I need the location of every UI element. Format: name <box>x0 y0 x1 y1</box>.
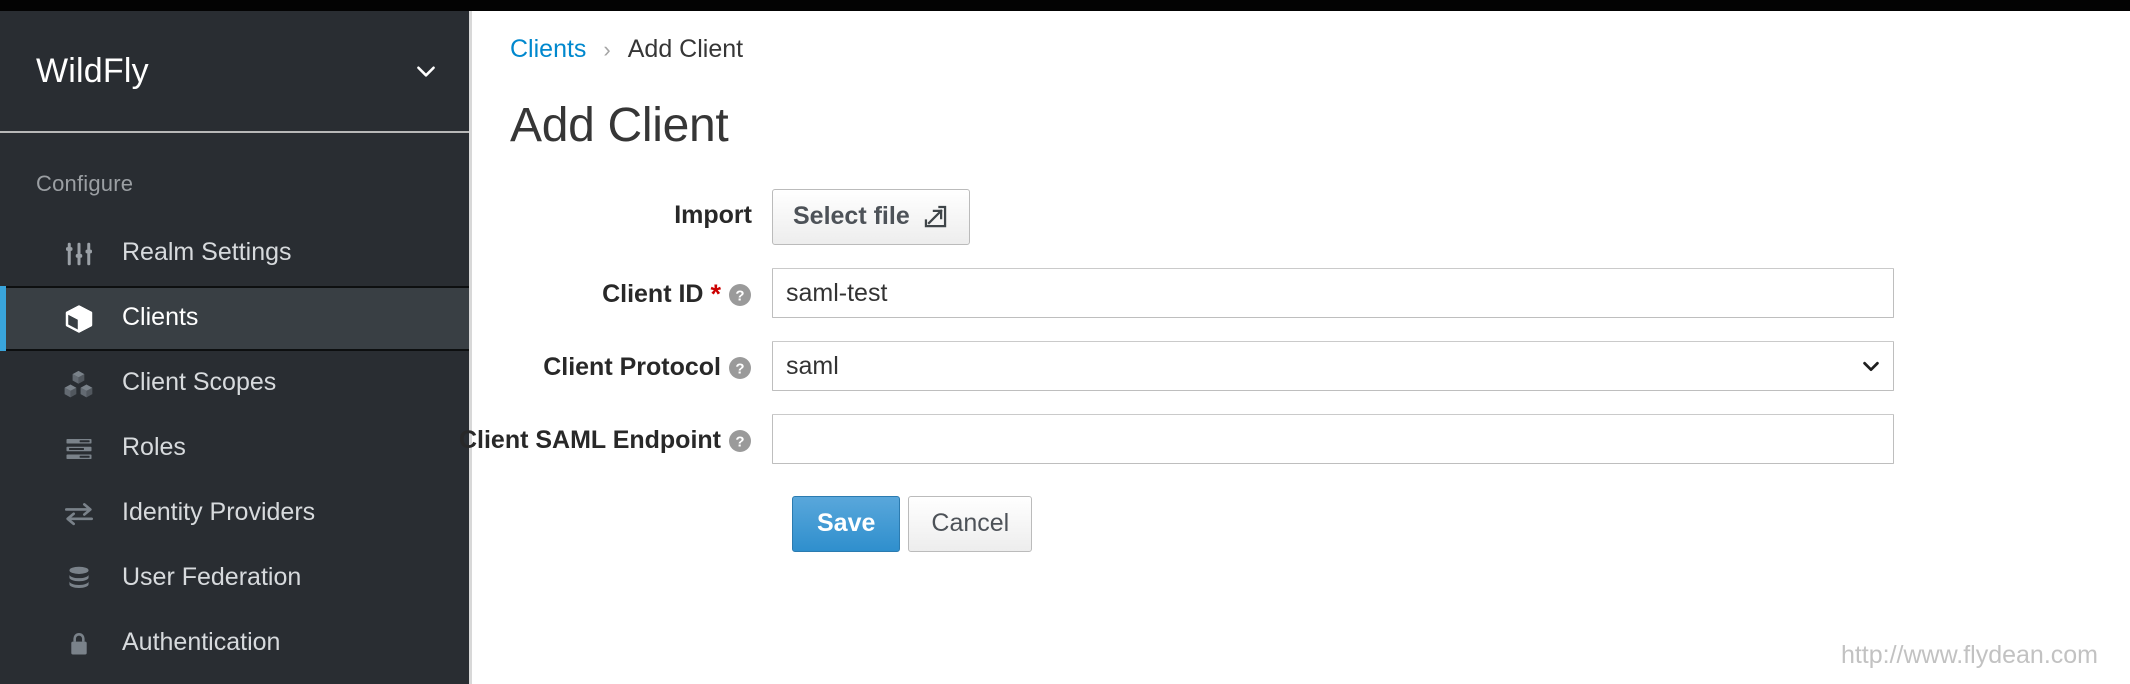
breadcrumb-current: Add Client <box>627 35 744 63</box>
form-row-client-protocol: Client Protocol ? saml <box>510 341 2130 391</box>
sidebar-navigation: WildFly Configure Realm Settings Clients… <box>0 11 472 684</box>
client-id-label: Client ID * ? <box>510 268 772 309</box>
nav-list: Realm Settings Clients Client Scopes Rol… <box>0 221 469 676</box>
sidebar-item-label: Clients <box>122 303 199 331</box>
sidebar-item-label: Identity Providers <box>122 498 316 526</box>
client-protocol-label: Client Protocol ? <box>510 341 772 382</box>
sidebar-item-label: Client Scopes <box>122 368 277 396</box>
save-button[interactable]: Save <box>792 496 901 552</box>
cubes-icon <box>62 367 96 401</box>
client-id-field <box>772 268 2130 318</box>
main-content: Clients › Add Client Add Client Import S… <box>459 11 2130 684</box>
breadcrumb-clients-link[interactable]: Clients <box>510 35 586 64</box>
sliders-icon <box>62 237 96 271</box>
sidebar-item-clients[interactable]: Clients <box>0 286 469 351</box>
help-circle-icon[interactable]: ? <box>728 429 752 453</box>
form-row-client-saml-endpoint: Client SAML Endpoint ? <box>459 414 2130 464</box>
cube-icon <box>62 302 96 336</box>
sidebar-item-roles[interactable]: Roles <box>0 416 469 481</box>
help-circle-icon[interactable]: ? <box>728 356 752 380</box>
sidebar-item-authentication[interactable]: Authentication <box>0 611 469 676</box>
list-bars-icon <box>62 432 96 466</box>
import-field: Select file <box>772 189 2130 245</box>
client-protocol-label-text: Client Protocol <box>543 353 721 381</box>
select-file-button[interactable]: Select file <box>772 189 970 245</box>
svg-text:?: ? <box>735 433 744 450</box>
import-label-text: Import <box>674 201 752 229</box>
select-file-label: Select file <box>793 202 910 230</box>
page-title: Add Client <box>510 99 729 152</box>
nav-section-title: Configure <box>36 171 134 196</box>
form-row-import: Import Select file <box>510 189 2130 245</box>
client-protocol-select-wrapper: saml <box>772 341 1894 391</box>
cancel-button[interactable]: Cancel <box>908 496 1033 552</box>
sidebar-item-identity-providers[interactable]: Identity Providers <box>0 481 469 546</box>
sidebar-item-client-scopes[interactable]: Client Scopes <box>0 351 469 416</box>
keycloak-admin-console: WildFly Configure Realm Settings Clients… <box>0 0 2130 684</box>
client-saml-endpoint-field <box>772 414 2130 464</box>
sidebar-item-realm-settings[interactable]: Realm Settings <box>0 221 469 286</box>
sidebar-item-user-federation[interactable]: User Federation <box>0 546 469 611</box>
sidebar-item-label: Authentication <box>122 628 281 656</box>
client-protocol-select[interactable]: saml <box>772 341 1894 391</box>
top-black-strip <box>0 0 2130 11</box>
realm-selector[interactable]: WildFly <box>0 11 469 133</box>
import-file-icon <box>922 203 949 230</box>
sidebar-item-label: User Federation <box>122 563 302 591</box>
breadcrumb-separator-icon: › <box>603 36 611 62</box>
realm-name: WildFly <box>36 51 149 90</box>
client-saml-endpoint-input[interactable] <box>772 414 1894 464</box>
chevron-down-icon <box>413 58 439 84</box>
client-protocol-field: saml <box>772 341 2130 391</box>
exchange-arrows-icon <box>62 497 96 531</box>
client-id-input[interactable] <box>772 268 1894 318</box>
watermark: http://www.flydean.com <box>1840 641 2098 669</box>
help-circle-icon[interactable]: ? <box>728 283 752 307</box>
client-saml-endpoint-label: Client SAML Endpoint ? <box>459 414 772 455</box>
database-icon <box>62 562 96 596</box>
breadcrumb: Clients › Add Client <box>475 11 2130 64</box>
add-client-form: Import Select file Client ID * ? saml-te… <box>459 189 2130 552</box>
client-id-label-text: Client ID <box>602 280 704 308</box>
svg-text:?: ? <box>735 287 744 304</box>
lock-icon <box>62 627 96 661</box>
required-asterisk: * <box>710 279 721 309</box>
svg-text:?: ? <box>735 360 744 377</box>
import-label: Import <box>510 189 772 230</box>
client-saml-endpoint-label-text: Client SAML Endpoint <box>458 426 721 454</box>
form-actions: Save Cancel <box>772 496 2130 552</box>
form-row-client-id: Client ID * ? <box>510 268 2130 318</box>
sidebar-item-label: Realm Settings <box>122 238 292 266</box>
sidebar-item-label: Roles <box>122 433 186 461</box>
